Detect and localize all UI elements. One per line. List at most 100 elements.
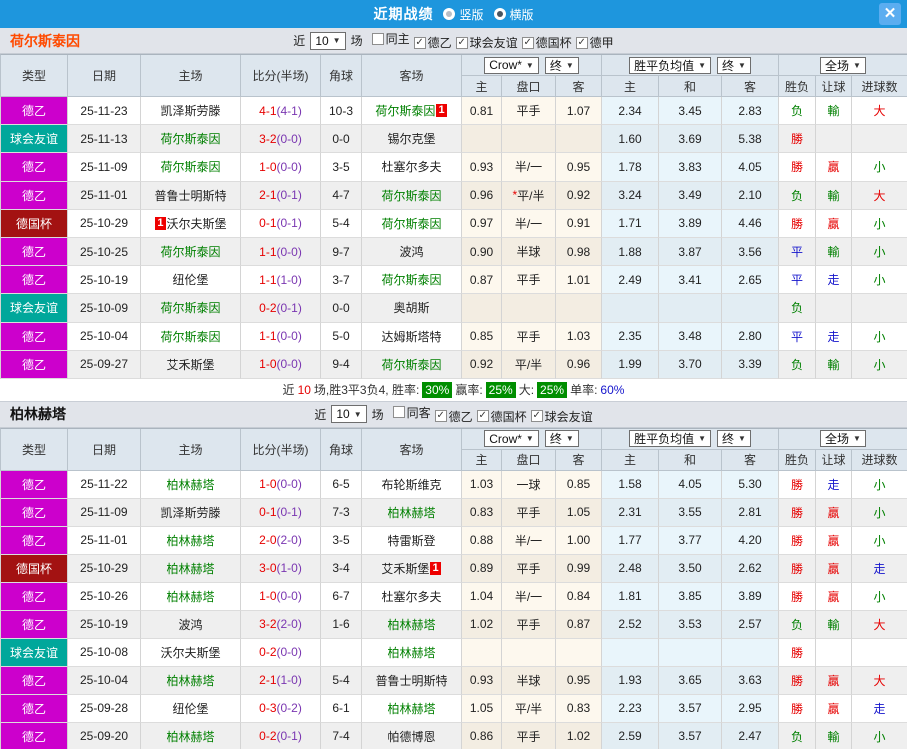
handicap-line: *平/半 — [502, 181, 556, 210]
avg-draw-odds: 3.45 — [659, 97, 722, 126]
away-team-name: 波鸿 — [399, 245, 424, 260]
avg-odds-select[interactable]: 胜平负均值 ▼ — [629, 56, 711, 74]
col-result-wdl: 胜负 — [779, 76, 816, 97]
matches-count-select[interactable]: 10 ▼ — [310, 31, 346, 50]
matches-count-select[interactable]: 10 ▼ — [331, 405, 367, 424]
filter-option-德国杯[interactable]: ✓ 德国杯 — [476, 408, 527, 425]
result-wdl: 负 — [779, 181, 816, 210]
home-team[interactable]: 沃尔夫斯堡 — [141, 638, 241, 667]
filter-option-德甲[interactable]: ✓ 德甲 — [575, 34, 614, 51]
away-team[interactable]: 荷尔斯泰因 1 — [362, 97, 462, 126]
away-team[interactable]: 柏林赫塔 — [362, 638, 462, 667]
result-wdl: 平 — [779, 322, 816, 351]
away-team[interactable]: 特雷斯登 — [362, 526, 462, 555]
away-team-name: 柏林赫塔 — [387, 645, 436, 660]
handicap-line: *平/半 — [502, 350, 556, 379]
filter-option-球会友谊[interactable]: ✓ 球会友谊 — [455, 34, 518, 51]
home-team[interactable]: 荷尔斯泰因 — [141, 153, 241, 182]
filter-option-德国杯[interactable]: ✓ 德国杯 — [521, 34, 572, 51]
checkbox-checked-icon[interactable]: ✓ — [455, 36, 468, 49]
close-button[interactable]: ✕ — [879, 3, 901, 25]
home-team[interactable]: 柏林赫塔 — [141, 470, 241, 499]
result-goals: 小 — [852, 322, 907, 351]
away-team[interactable]: 柏林赫塔 — [362, 610, 462, 639]
away-team[interactable]: 柏林赫塔 — [362, 694, 462, 723]
crow-final-select[interactable]: 终 ▼ — [544, 430, 579, 448]
handicap-line: * — [502, 638, 556, 667]
filter-option-同主[interactable]: 同主 — [371, 30, 410, 47]
handicap-away-odds: 1.03 — [556, 322, 602, 351]
home-team[interactable]: 柏林赫塔 — [141, 526, 241, 555]
filter-option-德乙[interactable]: ✓ 德乙 — [413, 34, 452, 51]
home-team[interactable]: 荷尔斯泰因 — [141, 237, 241, 267]
home-team[interactable]: 柏林赫塔 — [141, 666, 241, 695]
away-team[interactable]: 奥胡斯 — [362, 294, 462, 323]
checkbox-checked-icon[interactable]: ✓ — [521, 36, 534, 49]
avg-odds-select[interactable]: 胜平负均值 ▼ — [629, 430, 711, 448]
handicap-away-odds: 0.96 — [556, 350, 602, 379]
home-team[interactable]: 柏林赫塔 — [141, 554, 241, 583]
checkbox-checked-icon[interactable]: ✓ — [413, 36, 426, 49]
col-score: 比分(半场) — [241, 55, 321, 97]
home-team[interactable]: 纽伦堡 — [141, 266, 241, 295]
home-team[interactable]: 波鸿 — [141, 610, 241, 639]
home-team[interactable]: 普鲁士明斯特 — [141, 181, 241, 210]
checkbox-checked-icon[interactable]: ✓ — [434, 410, 447, 423]
home-team[interactable]: 凯泽斯劳滕 — [141, 97, 241, 126]
home-team[interactable]: 纽伦堡 — [141, 694, 241, 723]
home-team[interactable]: 荷尔斯泰因 — [141, 322, 241, 351]
filter-option-德乙[interactable]: ✓ 德乙 — [434, 408, 473, 425]
home-team[interactable]: 凯泽斯劳滕 — [141, 498, 241, 527]
home-team[interactable]: 柏林赫塔 — [141, 582, 241, 611]
home-team[interactable]: 艾禾斯堡 — [141, 350, 241, 379]
radio-vertical-icon[interactable] — [443, 8, 456, 20]
away-team[interactable]: 普鲁士明斯特 — [362, 666, 462, 695]
checkbox-checked-icon[interactable]: ✓ — [530, 410, 543, 423]
table-row: 德乙 25-11-09 凯泽斯劳滕 0-1 (0-1) 7-3 柏林赫塔 0.83… — [0, 498, 907, 527]
away-team[interactable]: 锡尔克堡 — [362, 125, 462, 154]
fulltime-score: 0-3 — [259, 701, 277, 716]
match-score: 3-2 (2-0) — [241, 610, 321, 639]
home-team[interactable]: 荷尔斯泰因 — [141, 125, 241, 154]
home-team[interactable]: 荷尔斯泰因 — [141, 294, 241, 323]
checkbox-checked-icon[interactable]: ✓ — [575, 36, 588, 49]
checkbox-unchecked-icon[interactable] — [392, 406, 405, 419]
layout-vertical-option[interactable]: 竖版 — [443, 6, 484, 23]
single-rate-value: 60% — [600, 382, 625, 397]
away-team[interactable]: 波鸿 — [362, 237, 462, 267]
away-team[interactable]: 荷尔斯泰因 — [362, 266, 462, 295]
handicap-away-odds — [556, 125, 602, 154]
home-team[interactable]: 1 沃尔夫斯堡 — [141, 209, 241, 238]
away-team[interactable]: 达姆斯塔特 — [362, 322, 462, 351]
away-team[interactable]: 荷尔斯泰因 — [362, 209, 462, 238]
filter-option-球会友谊[interactable]: ✓ 球会友谊 — [530, 408, 593, 425]
away-team[interactable]: 布轮斯维克 — [362, 470, 462, 499]
fulltime-score: 0-1 — [259, 216, 277, 231]
table-row: 德乙 25-11-01 柏林赫塔 2-0 (2-0) 3-5 特雷斯登 0.88 … — [0, 526, 907, 555]
avg-home-odds: 1.81 — [602, 582, 659, 611]
away-team[interactable]: 杜塞尔多夫 — [362, 582, 462, 611]
summary-team1: 近 10 场,胜3平3负4, 胜率: 30% 赢率: 25% 大: 25% 单率: 6… — [0, 378, 907, 401]
handicap-line: *平手 — [502, 610, 556, 639]
fulltime-select[interactable]: 全场 ▼ — [820, 56, 866, 74]
checkbox-unchecked-icon[interactable] — [371, 32, 384, 45]
away-team[interactable]: 柏林赫塔 — [362, 498, 462, 527]
crow-final-select[interactable]: 终 ▼ — [544, 56, 579, 74]
halftime-score: (0-1) — [276, 505, 302, 520]
away-team[interactable]: 杜塞尔多夫 — [362, 153, 462, 182]
crow-company-select[interactable]: Crow* ▼ — [484, 56, 539, 74]
home-team[interactable]: 柏林赫塔 — [141, 722, 241, 749]
avg-final-select[interactable]: 终 ▼ — [717, 430, 751, 448]
checkbox-checked-icon[interactable]: ✓ — [476, 410, 489, 423]
avg-away-odds: 2.10 — [722, 181, 779, 210]
away-team[interactable]: 荷尔斯泰因 — [362, 181, 462, 210]
away-team[interactable]: 荷尔斯泰因 — [362, 350, 462, 379]
fulltime-select[interactable]: 全场 ▼ — [820, 430, 866, 448]
radio-horizontal-icon[interactable] — [493, 8, 506, 20]
layout-horizontal-option[interactable]: 横版 — [493, 6, 534, 23]
away-team[interactable]: 艾禾斯堡 1 — [362, 554, 462, 583]
filter-option-同客[interactable]: 同客 — [392, 404, 431, 421]
away-team[interactable]: 帕德博恩 — [362, 722, 462, 749]
avg-final-select[interactable]: 终 ▼ — [717, 56, 751, 74]
crow-company-select[interactable]: Crow* ▼ — [484, 430, 539, 448]
